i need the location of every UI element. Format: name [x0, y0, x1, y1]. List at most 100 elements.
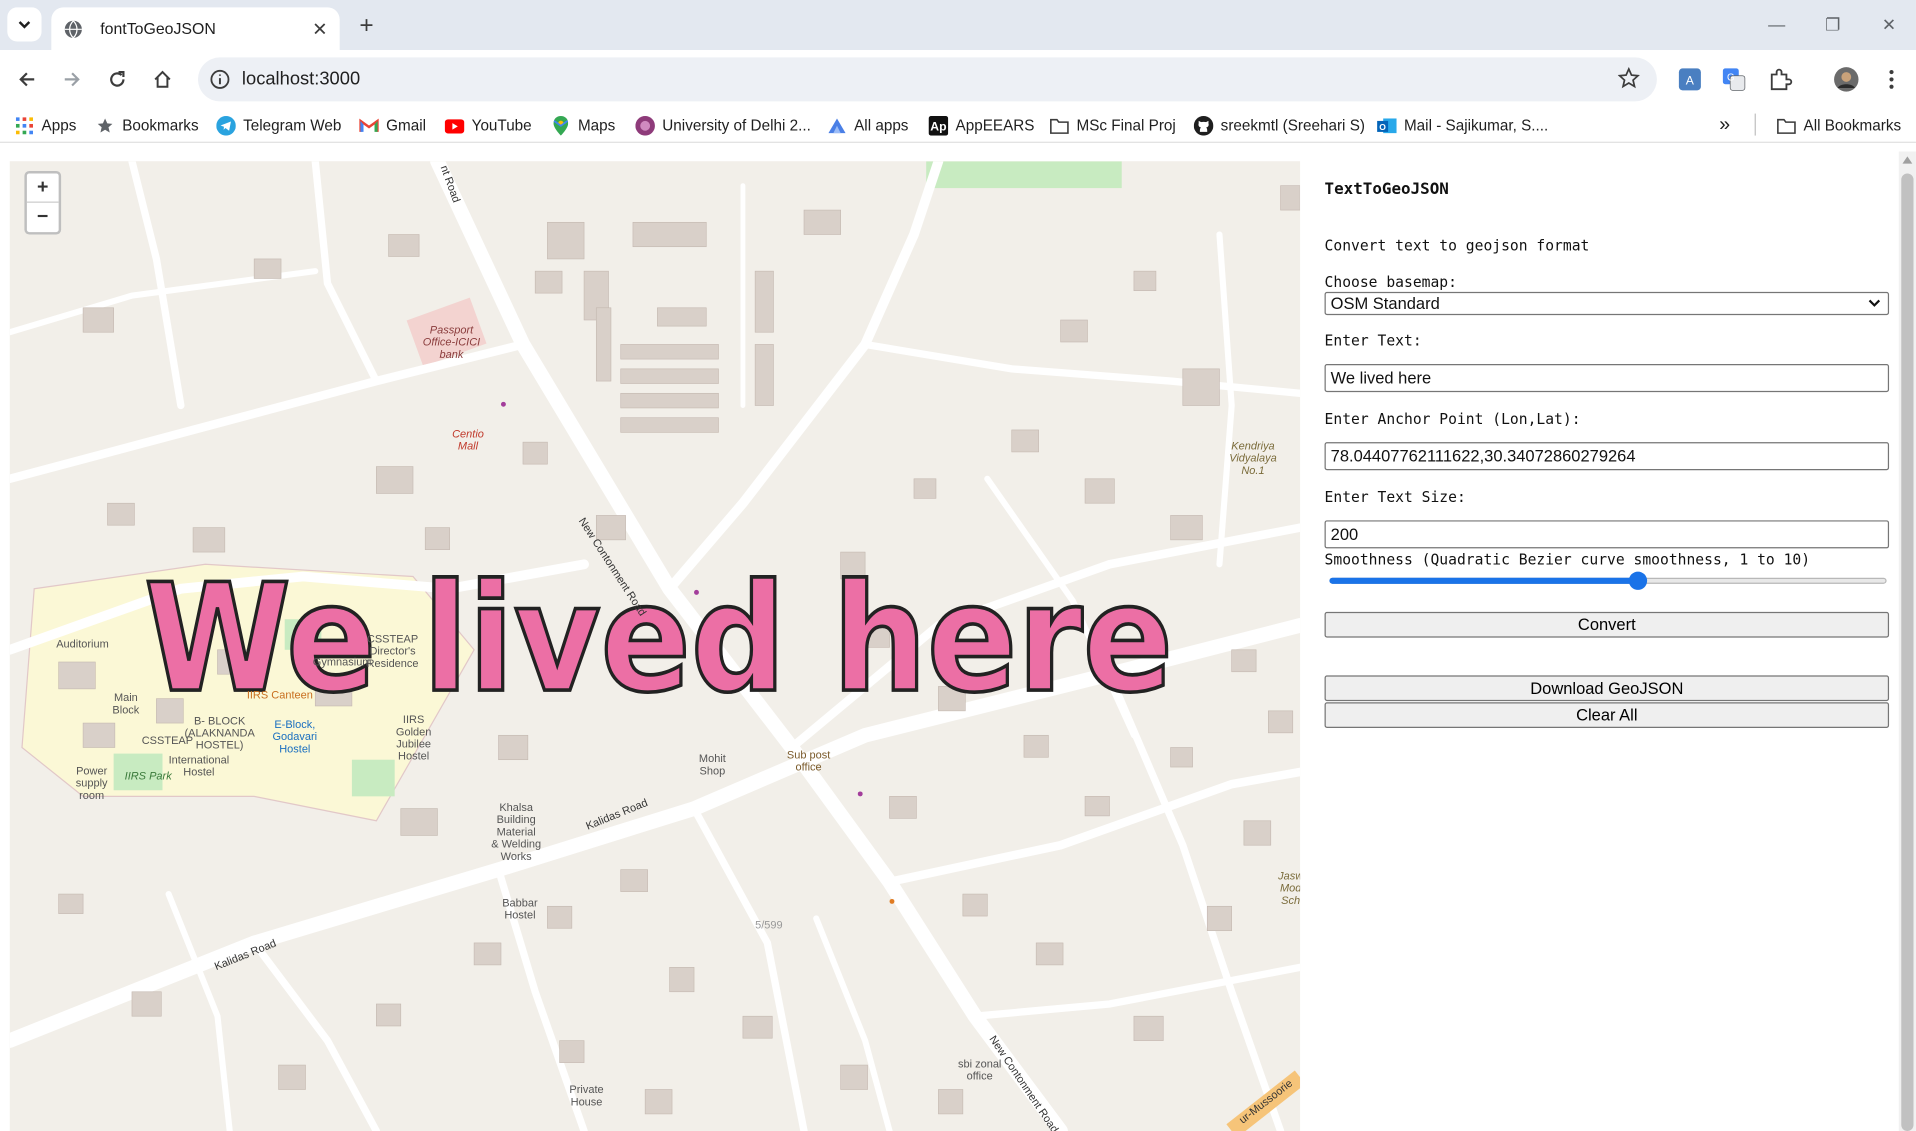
- restore-icon[interactable]: ❐: [1821, 12, 1845, 36]
- appeears-icon: Ap: [928, 116, 949, 136]
- page-scrollbar[interactable]: [1898, 151, 1916, 1131]
- window-close-icon[interactable]: ✕: [1877, 12, 1901, 36]
- home-button[interactable]: [148, 65, 177, 94]
- globe-icon: [64, 19, 82, 39]
- extension-translate-box-icon[interactable]: A: [1676, 66, 1703, 93]
- tab-search-button[interactable]: [7, 7, 42, 42]
- bookmark-all-apps[interactable]: All apps: [827, 114, 908, 138]
- map-label-khalsa: Khalsa Building Material & Welding Works: [491, 801, 542, 863]
- new-tab-button[interactable]: +: [352, 11, 381, 40]
- more-menu-icon[interactable]: [1878, 66, 1905, 93]
- slider-thumb[interactable]: [1628, 571, 1648, 590]
- basemap-value: OSM Standard: [1330, 294, 1440, 313]
- back-arrow-icon: [19, 72, 35, 87]
- all-bookmarks-button[interactable]: All Bookmarks: [1777, 114, 1902, 138]
- maps-pin-icon: [553, 116, 569, 136]
- zoom-control: + −: [24, 170, 62, 235]
- bookmark-label: Mail - Sajikumar, S....: [1403, 117, 1549, 135]
- minimize-icon[interactable]: —: [1764, 12, 1788, 36]
- bookmark-label: YouTube: [471, 117, 532, 135]
- scrollbar-thumb[interactable]: [1901, 173, 1914, 1131]
- map-label-main-block: Main Block: [112, 691, 140, 716]
- tab-title: fontToGeoJSON: [100, 19, 216, 38]
- bookmark-label: MSc Final Proj: [1076, 117, 1176, 135]
- anchor-point-input[interactable]: 78.04407762111622,30.34072860279264: [1324, 442, 1890, 471]
- bookmark-label: Bookmarks: [122, 117, 199, 135]
- bookmark-label: Telegram Web: [243, 117, 342, 135]
- profile-avatar[interactable]: [1833, 66, 1860, 93]
- bookmark-maps[interactable]: Maps: [551, 114, 615, 138]
- smoothness-label: Smoothness (Quadratic Bezier curve smoot…: [1324, 550, 1811, 568]
- text-input[interactable]: We lived here: [1324, 363, 1890, 393]
- map-label-jaswant: Jasw Mod Sch: [1278, 869, 1301, 907]
- zoom-out-button[interactable]: −: [27, 203, 59, 232]
- map-label-kendriya: Kendriya Vidyalaya No.1: [1229, 439, 1277, 477]
- back-button[interactable]: [12, 65, 41, 94]
- site-info-icon[interactable]: [208, 67, 232, 91]
- scroll-up-icon[interactable]: [1902, 156, 1913, 164]
- bookmark-appeears[interactable]: Ap AppEEARS: [928, 114, 1034, 138]
- basemap-select[interactable]: OSM Standard: [1324, 291, 1890, 316]
- slider-fill: [1329, 577, 1638, 584]
- svg-text:Ap: Ap: [930, 120, 946, 134]
- download-geojson-button[interactable]: Download GeoJSON: [1324, 675, 1890, 702]
- map-label-eblock: E-Block, Godavari Hostel: [272, 718, 318, 755]
- bookmarks-overflow-button[interactable]: »: [1719, 114, 1730, 138]
- university-icon: [635, 116, 655, 136]
- reload-button[interactable]: [103, 65, 132, 94]
- zoom-in-button[interactable]: +: [26, 173, 59, 203]
- map-label-csteap-director: CSSTEAP Director's Residence: [366, 632, 419, 670]
- tab-strip: fontToGeoJSON ✕ + — ❐ ✕: [0, 0, 1916, 51]
- bookmark-bookmarks[interactable]: Bookmarks: [95, 114, 199, 138]
- svg-text:G: G: [1727, 73, 1735, 84]
- bookmark-label: sreekmtl (Sreehari S): [1220, 117, 1365, 135]
- text-label: Enter Text:: [1324, 332, 1422, 350]
- gmail-icon: [359, 118, 379, 132]
- map-label-iirs-canteen: IIRS Canteen: [246, 688, 313, 702]
- map-label-babbar: Babbar Hostel: [502, 896, 538, 921]
- map-label-mohit: Mohit Shop: [698, 752, 726, 777]
- apps-grid-icon: [15, 117, 33, 135]
- clear-all-button[interactable]: Clear All: [1324, 702, 1890, 728]
- folder-icon: [1777, 118, 1796, 134]
- home-icon: [154, 70, 171, 88]
- map-label-iirs-park: IIRS Park: [124, 769, 172, 782]
- bookmark-telegram[interactable]: Telegram Web: [216, 114, 341, 138]
- bookmarks-bar: Apps Bookmarks Telegram Web Gmail YouTub…: [0, 108, 1916, 143]
- chevron-down-icon: [18, 21, 31, 29]
- all-bookmarks-label: All Bookmarks: [1803, 117, 1902, 135]
- bookmark-youtube[interactable]: YouTube: [444, 114, 532, 138]
- map-label-private: Private House: [569, 1083, 604, 1108]
- reload-icon: [110, 70, 125, 87]
- smoothness-slider[interactable]: [1329, 571, 1887, 590]
- map-label-sbi: sbi zonal office: [957, 1057, 1002, 1083]
- basemap-tiles: We lived here: [9, 161, 1301, 1131]
- url-text[interactable]: localhost:3000: [242, 68, 360, 89]
- extensions-puzzle-icon[interactable]: [1767, 66, 1794, 93]
- close-tab-icon[interactable]: ✕: [312, 18, 327, 40]
- page-title: TextToGeoJSON: [1324, 180, 1449, 200]
- map-view[interactable]: We lived here + − Passport Office-ICICI …: [9, 161, 1301, 1131]
- browser-tab[interactable]: fontToGeoJSON ✕: [51, 7, 340, 51]
- forward-button[interactable]: [57, 65, 86, 94]
- address-bar[interactable]: localhost:3000: [197, 57, 1657, 102]
- map-label-centio: Centio Mall: [452, 427, 484, 452]
- bookmark-university[interactable]: University of Delhi 2...: [635, 114, 811, 138]
- bookmark-star-icon[interactable]: [1617, 67, 1640, 89]
- text-size-label: Enter Text Size:: [1324, 488, 1466, 506]
- bookmark-gmail[interactable]: Gmail: [359, 114, 426, 138]
- text-size-input[interactable]: 200: [1324, 520, 1890, 549]
- map-label-power: Power supply room: [75, 764, 108, 802]
- google-translate-icon[interactable]: G: [1720, 66, 1747, 93]
- bookmark-msc[interactable]: MSc Final Proj: [1050, 114, 1176, 138]
- map-label-international: International Hostel: [168, 753, 230, 779]
- forward-arrow-icon: [64, 72, 80, 87]
- outlook-icon: O: [1377, 118, 1397, 134]
- all-apps-icon: [828, 118, 846, 134]
- browser-toolbar: localhost:3000 A G: [0, 50, 1916, 109]
- bookmark-mail[interactable]: O Mail - Sajikumar, S....: [1377, 114, 1548, 138]
- convert-button[interactable]: Convert: [1324, 611, 1890, 638]
- bookmark-github[interactable]: sreekmtl (Sreehari S): [1193, 114, 1365, 138]
- map-label-auditorium: Auditorium: [56, 637, 109, 650]
- bookmark-apps[interactable]: Apps: [15, 114, 76, 138]
